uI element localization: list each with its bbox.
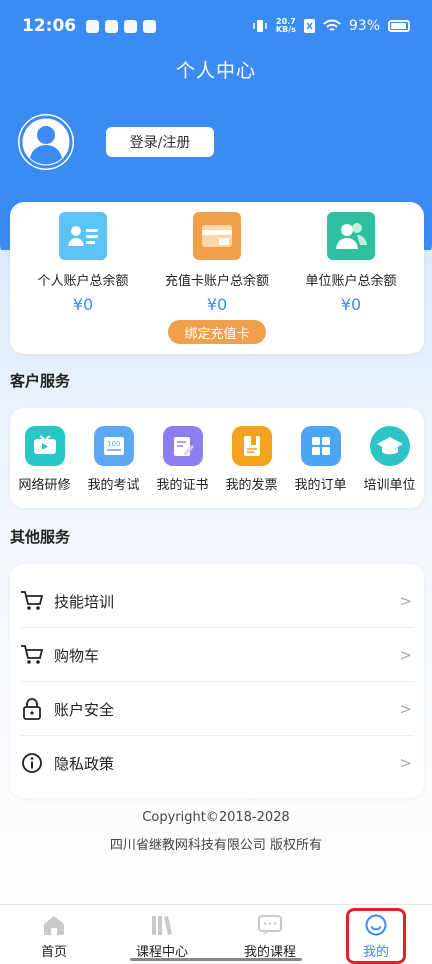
other-service-title: 其他服务 [10, 528, 71, 546]
menu-item-privacy-policy[interactable]: 隐私政策 > [20, 736, 414, 790]
service-training-unit[interactable]: 培训单位 [355, 426, 424, 493]
sim-icon [303, 19, 315, 33]
customer-service-card: 网络研修 100 我的考试 我的证书 我的发票 我的订单 培训单位 [10, 408, 424, 508]
menu-item-label: 隐私政策 [54, 754, 115, 773]
wifi-icon [323, 19, 341, 31]
chevron-right-icon: > [399, 700, 412, 718]
user-avatar-icon [19, 115, 73, 169]
chevron-right-icon: > [399, 592, 412, 610]
balance-card: 个人账户总余额 ¥0 充值卡账户总余额 ¥0 单位账户总余额 ¥0 绑定充值卡 [10, 202, 424, 354]
home-indicator [130, 958, 302, 961]
company-text: 四川省继教网科技有限公司 版权所有 [109, 838, 323, 853]
chevron-right-icon: > [399, 646, 412, 664]
menu-item-label: 购物车 [54, 646, 100, 665]
tab-label: 首页 [40, 945, 67, 960]
group-users-icon [327, 212, 375, 260]
tab-my-courses[interactable]: 我的课程 [225, 905, 315, 964]
balance-organization[interactable]: 单位账户总余额 ¥0 [282, 212, 420, 314]
highlight-annotation [346, 908, 406, 964]
login-register-button[interactable]: 登录/注册 [106, 127, 214, 157]
menu-item-shopping-cart[interactable]: 购物车 > [20, 628, 414, 682]
balance-label: 个人账户总余额 [37, 274, 129, 289]
translate-notification-icon [105, 19, 119, 33]
service-my-certificate[interactable]: 我的证书 [148, 426, 217, 493]
service-label: 我的发票 [225, 478, 278, 493]
page-title: 个人中心 [175, 60, 256, 82]
service-my-invoice[interactable]: 我的发票 [217, 426, 286, 493]
balance-amount: ¥0 [206, 295, 228, 314]
service-label: 我的证书 [156, 478, 209, 493]
customer-service-title: 客户服务 [10, 372, 71, 390]
tab-course-center[interactable]: 课程中心 [117, 905, 207, 964]
service-online-training[interactable]: 网络研修 [10, 426, 79, 493]
exam-paper-icon: 100 [93, 426, 134, 466]
menu-item-skill-training[interactable]: 技能培训 > [20, 574, 414, 628]
certificate-icon [162, 426, 203, 466]
menu-item-label: 账户安全 [54, 700, 115, 719]
menu-item-account-security[interactable]: 账户安全 > [20, 682, 414, 736]
cart-icon [20, 589, 44, 613]
battery-percent: 93% [348, 18, 380, 34]
id-card-icon [59, 212, 107, 260]
service-label: 我的考试 [87, 478, 140, 493]
chevron-right-icon: > [399, 754, 412, 772]
cart-icon [20, 643, 44, 667]
calendar-notification-icon [124, 19, 138, 33]
chat-icon [257, 913, 283, 937]
svg-text:100: 100 [107, 440, 120, 448]
video-icon [24, 426, 65, 466]
app-notification-icon [143, 19, 157, 33]
lock-icon [20, 697, 44, 721]
avatar[interactable] [18, 114, 74, 170]
menu-item-label: 技能培训 [54, 592, 115, 611]
service-my-exam[interactable]: 100 我的考试 [79, 426, 148, 493]
battery-icon [388, 20, 410, 32]
status-time: 12:06 [22, 16, 77, 36]
service-my-order[interactable]: 我的订单 [286, 426, 355, 493]
balance-amount: ¥0 [340, 295, 362, 314]
graduation-cap-icon [369, 426, 410, 466]
copyright-text: Copyright©2018-2028 [142, 810, 290, 825]
order-grid-icon [300, 426, 341, 466]
bind-recharge-card-button[interactable]: 绑定充值卡 [168, 320, 266, 344]
other-service-card: 技能培训 > 购物车 > 账户安全 > 隐私政策 > [10, 564, 424, 798]
invoice-book-icon [231, 426, 272, 466]
balance-recharge-card[interactable]: 充值卡账户总余额 ¥0 [148, 212, 286, 314]
mail-notification-icon [86, 19, 100, 33]
balance-label: 单位账户总余额 [305, 274, 397, 289]
balance-personal[interactable]: 个人账户总余额 ¥0 [14, 212, 152, 314]
tab-home[interactable]: 首页 [9, 905, 99, 964]
service-label: 我的订单 [294, 478, 347, 493]
service-label: 培训单位 [363, 478, 416, 493]
home-icon [41, 913, 67, 937]
vibrate-icon [253, 20, 267, 32]
balance-label: 充值卡账户总余额 [164, 274, 269, 289]
balance-amount: ¥0 [72, 295, 94, 314]
network-speed: 20.7 KB/s [275, 17, 296, 34]
service-label: 网络研修 [18, 478, 71, 493]
info-icon [20, 751, 44, 775]
recharge-card-icon [193, 212, 241, 260]
books-icon [149, 913, 175, 937]
status-bar: 12:06 20.7 KB/s 93% [0, 0, 432, 52]
